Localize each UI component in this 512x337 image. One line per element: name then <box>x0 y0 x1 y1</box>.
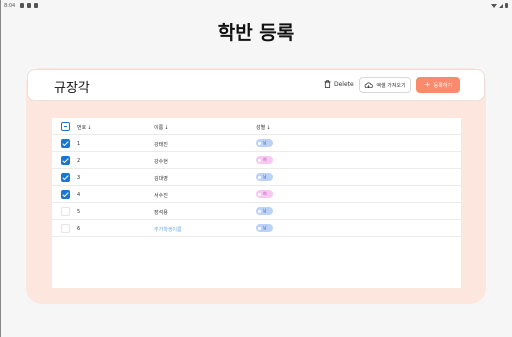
toggle-dot-icon <box>258 192 261 196</box>
column-header-label: 성별 <box>256 125 266 131</box>
system-icons <box>491 3 508 8</box>
table-header-row: 번호↓ 이름↓ 성별↓ <box>52 118 461 135</box>
toggle-dot-icon <box>258 226 261 230</box>
gender-badge[interactable]: 여 <box>256 190 273 198</box>
import-label: 엑셀 가져오기 <box>376 82 406 89</box>
gender-label: 남 <box>263 174 267 179</box>
row-checkbox[interactable] <box>61 156 70 165</box>
student-number: 1 <box>77 141 81 147</box>
column-header-name[interactable]: 이름↓ <box>154 124 168 131</box>
class-name: 규장각 <box>54 81 90 96</box>
register-label: 등록하기 <box>433 82 453 89</box>
student-number: 2 <box>77 158 81 164</box>
student-name: 서수진 <box>154 193 168 199</box>
battery-icon <box>505 3 508 8</box>
toggle-dot-icon <box>258 141 261 145</box>
trash-icon <box>324 80 331 88</box>
gender-label: 남 <box>263 140 267 145</box>
column-header-label: 이름 <box>154 125 164 131</box>
row-checkbox[interactable] <box>61 139 70 148</box>
status-time: 8:04 <box>4 3 16 9</box>
row-checkbox[interactable] <box>61 224 70 233</box>
delete-label: Delete <box>334 80 354 88</box>
gender-badge[interactable]: 남 <box>256 207 273 215</box>
gender-badge[interactable]: 여 <box>256 156 273 164</box>
student-number: 5 <box>77 209 81 215</box>
cloud-download-icon <box>365 82 374 88</box>
row-checkbox[interactable] <box>61 190 70 199</box>
gender-badge[interactable]: 남 <box>256 139 273 147</box>
gender-badge[interactable]: 남 <box>256 224 273 232</box>
notification-icon <box>34 3 38 8</box>
student-number: 4 <box>77 192 81 198</box>
table-row[interactable]: 5 장석용 남 <box>52 203 461 220</box>
student-name: 강태진 <box>154 142 168 148</box>
student-table: 번호↓ 이름↓ 성별↓ 1 강태진 남 2 강수현 여 3 김대영 남 4 서수진 여 5 장석용 남 6 추가… <box>52 118 461 288</box>
plus-icon: + <box>423 80 431 89</box>
table-row[interactable]: 1 강태진 남 <box>52 135 461 152</box>
notification-icons <box>20 3 38 8</box>
row-checkbox[interactable] <box>61 207 70 216</box>
student-number: 3 <box>77 175 81 181</box>
column-header-gender[interactable]: 성별↓ <box>256 124 270 131</box>
status-bar: 8:04 <box>0 0 512 12</box>
table-row[interactable]: 2 강수현 여 <box>52 152 461 169</box>
student-name: 강수현 <box>154 159 168 165</box>
delete-button[interactable]: Delete <box>324 80 354 88</box>
gender-label: 남 <box>263 208 267 213</box>
table-row[interactable]: 3 김대영 남 <box>52 169 461 186</box>
student-name: 김대영 <box>154 176 168 182</box>
sort-arrow-icon: ↓ <box>87 125 92 131</box>
student-name: 장석용 <box>154 210 168 216</box>
gender-label: 여 <box>263 191 267 196</box>
register-button[interactable]: + 등록하기 <box>416 77 460 93</box>
column-header-number[interactable]: 번호↓ <box>77 124 91 131</box>
notification-icon <box>20 3 24 8</box>
signal-icon <box>499 3 503 8</box>
window-left-edge <box>0 0 1 337</box>
excel-import-button[interactable]: 엑셀 가져오기 <box>359 77 411 93</box>
gender-label: 여 <box>263 157 267 162</box>
wifi-icon <box>491 3 497 8</box>
student-name[interactable]: 추가학생이름 <box>154 226 182 233</box>
gender-badge[interactable]: 남 <box>256 173 273 181</box>
toggle-dot-icon <box>258 175 261 179</box>
toggle-dot-icon <box>258 158 261 162</box>
class-header: 규장각 Delete 엑셀 가져오기 + 등록하기 <box>27 69 485 101</box>
sort-arrow-icon: ↓ <box>266 125 271 131</box>
row-checkbox[interactable] <box>61 173 70 182</box>
table-row[interactable]: 6 추가학생이름 남 <box>52 220 461 237</box>
student-number: 6 <box>77 226 81 232</box>
page-title: 학반 등록 <box>217 22 295 44</box>
toggle-dot-icon <box>258 209 261 213</box>
gender-label: 남 <box>263 225 267 230</box>
table-row[interactable]: 4 서수진 여 <box>52 186 461 203</box>
notification-icon <box>27 3 31 8</box>
sort-arrow-icon: ↓ <box>164 125 169 131</box>
column-header-label: 번호 <box>77 125 87 131</box>
select-all-checkbox[interactable] <box>61 122 70 131</box>
